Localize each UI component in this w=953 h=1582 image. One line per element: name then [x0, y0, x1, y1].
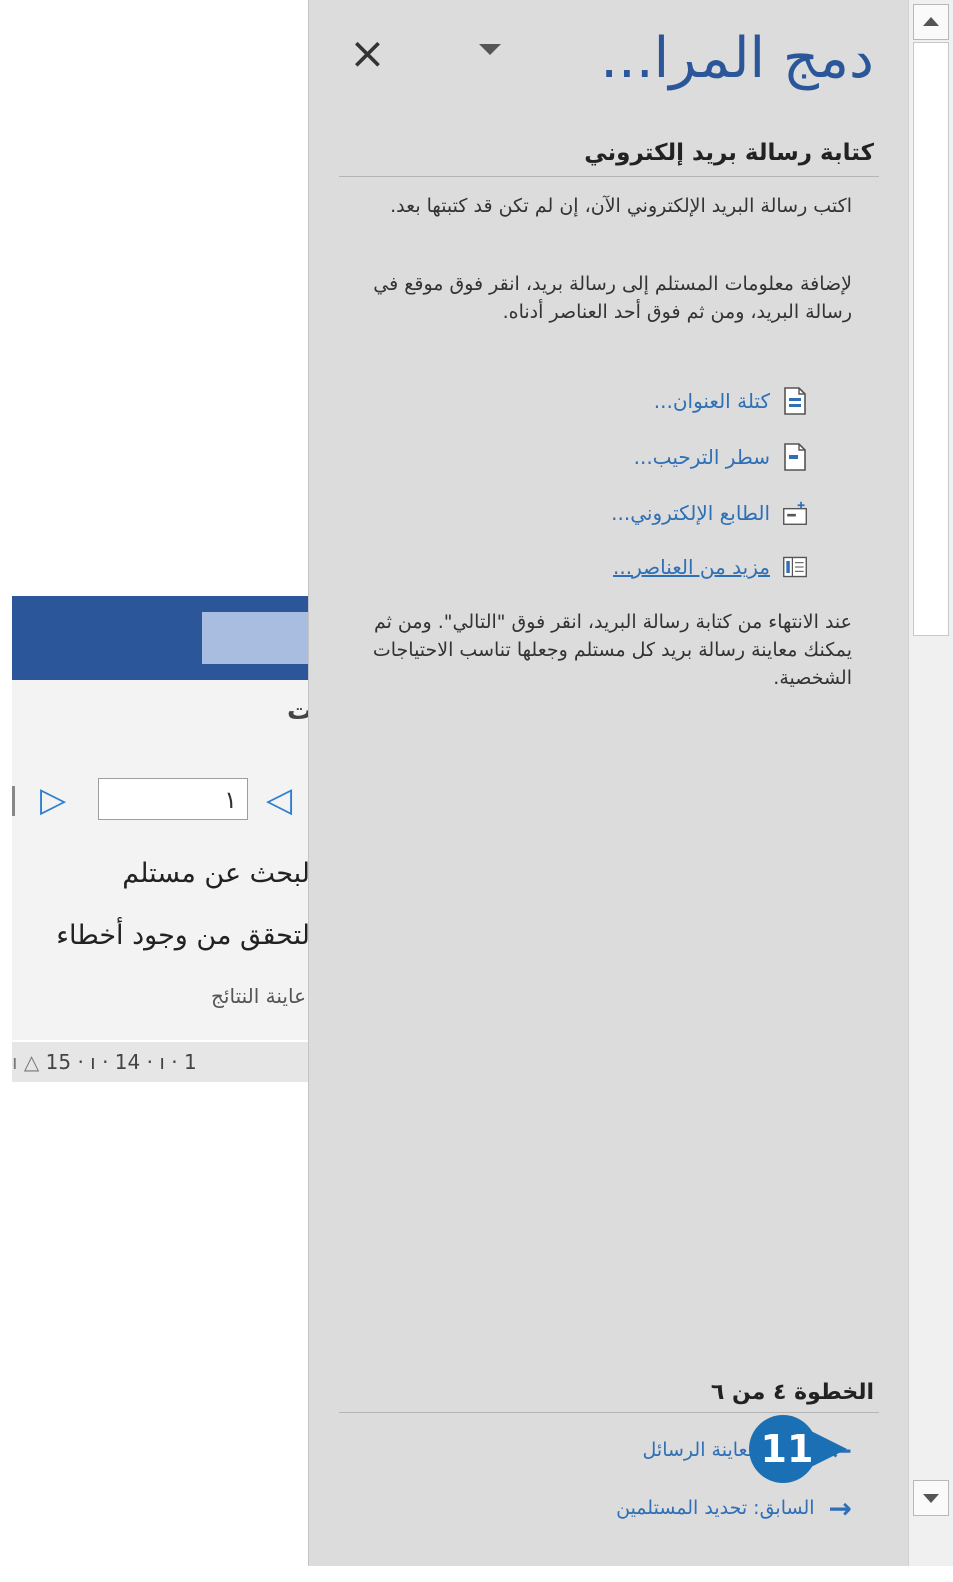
more-items-link[interactable]: مزيد من العناصر...: [613, 550, 808, 584]
arrow-right-icon: →: [828, 1491, 852, 1525]
horizontal-ruler: ı △ 15 · ı · 14 · ı · 1: [12, 1042, 332, 1082]
scroll-up-icon[interactable]: [913, 4, 949, 40]
electronic-postage-link[interactable]: الطابع الإلكتروني...: [611, 496, 808, 530]
greeting-line-label: سطر الترحيب...: [633, 445, 770, 469]
greeting-line-link[interactable]: سطر الترحيب...: [634, 440, 808, 474]
previous-step-link[interactable]: → السابق: تحديد المستلمين: [616, 1490, 852, 1526]
electronic-postage-label: الطابع الإلكتروني...: [611, 501, 770, 525]
vertical-scrollbar[interactable]: [908, 0, 953, 1566]
previous-record-icon[interactable]: ◁: [266, 780, 292, 820]
check-errors-button[interactable]: لتحقق من وجود أخطاء: [56, 920, 310, 951]
more-items-label: مزيد من العناصر...: [613, 555, 770, 579]
section-heading: كتابة رسالة بريد إلكتروني: [584, 140, 874, 166]
instructions-next-step: عند الانتهاء من كتابة رسالة البريد، انقر…: [372, 611, 852, 689]
document-canvas[interactable]: [12, 1082, 332, 1582]
electronic-postage-icon: [783, 501, 807, 525]
instructions-add-recipient-info: لإضافة معلومات المستلم إلى رسالة بريد، ا…: [373, 273, 852, 323]
word-window: ات ▷ ١ ◁ لبحث عن مستلم لتحقق من وجود أخط…: [12, 596, 332, 1582]
address-block-icon: [784, 387, 806, 415]
word-titlebar: [12, 596, 332, 680]
last-record-icon[interactable]: [12, 786, 15, 816]
heading-divider: [339, 176, 879, 177]
more-items-icon: [783, 556, 807, 578]
address-block-link[interactable]: كتلة العنوان...: [654, 384, 808, 418]
next-record-icon[interactable]: ▷: [40, 780, 66, 820]
instructions-write-email: اكتب رسالة البريد الإلكتروني الآن، إن لم…: [390, 195, 852, 217]
scroll-thumb[interactable]: [913, 42, 949, 636]
ruler-numbers: 15 · ı · 14 · ı · 1: [45, 1050, 197, 1074]
address-block-label: كتلة العنوان...: [653, 389, 770, 413]
step-callout-marker: 11: [749, 1415, 849, 1483]
close-icon[interactable]: ×: [349, 28, 386, 79]
pane-title: دمج المرا...: [600, 26, 874, 91]
callout-number: 11: [760, 1427, 814, 1471]
mailings-ribbon: ات ▷ ١ ◁ لبحث عن مستلم لتحقق من وجود أخط…: [12, 680, 332, 1040]
record-number-field[interactable]: ١: [98, 778, 248, 820]
previous-step-label: السابق: تحديد المستلمين: [616, 1497, 815, 1519]
step-divider: [339, 1412, 879, 1413]
find-recipient-button[interactable]: لبحث عن مستلم: [122, 858, 310, 889]
greeting-line-icon: [784, 443, 806, 471]
mail-merge-pane: × دمج المرا... كتابة رسالة بريد إلكتروني…: [308, 0, 908, 1566]
step-indicator: الخطوة ٤ من ٦: [710, 1380, 874, 1405]
preview-results-group-label: عاينة النتائج: [211, 984, 306, 1008]
chevron-down-icon[interactable]: [479, 44, 501, 55]
indent-marker-icon[interactable]: ı △: [12, 1050, 39, 1074]
scroll-down-icon[interactable]: [913, 1480, 949, 1516]
